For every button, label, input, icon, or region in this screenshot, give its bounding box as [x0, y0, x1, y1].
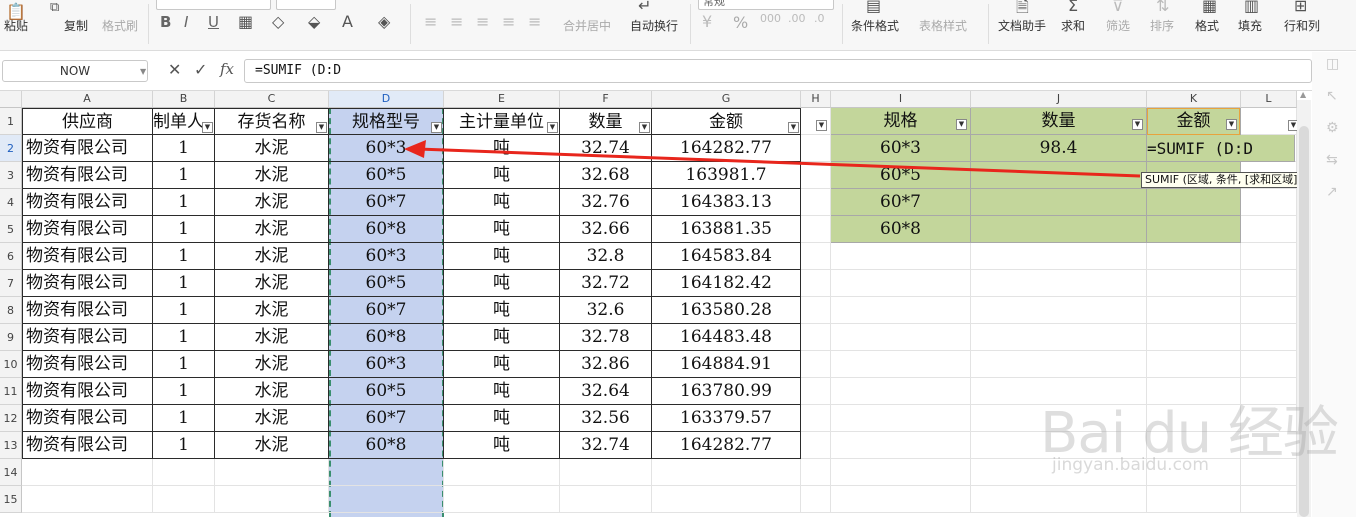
baidu-watermark-url: jingyan.baidu.com	[1052, 455, 1209, 475]
scroll-up-icon[interactable]: ▲	[1300, 90, 1306, 99]
pointer-icon[interactable]: ↖	[1326, 88, 1338, 104]
formula-in-cell-text: =SUMIF (D:D	[1147, 139, 1253, 158]
adjust-icon[interactable]: ⇆	[1326, 152, 1338, 168]
settings-icon[interactable]: ⚙	[1326, 120, 1339, 136]
summary-formula-cell[interactable]: =SUMIF (D:D	[1147, 135, 1295, 162]
panel-icon[interactable]: ◫	[1326, 56, 1339, 72]
function-tooltip: SUMIF (区域, 条件, [求和区域])	[1141, 172, 1306, 188]
share-icon[interactable]: ↗	[1326, 184, 1338, 200]
